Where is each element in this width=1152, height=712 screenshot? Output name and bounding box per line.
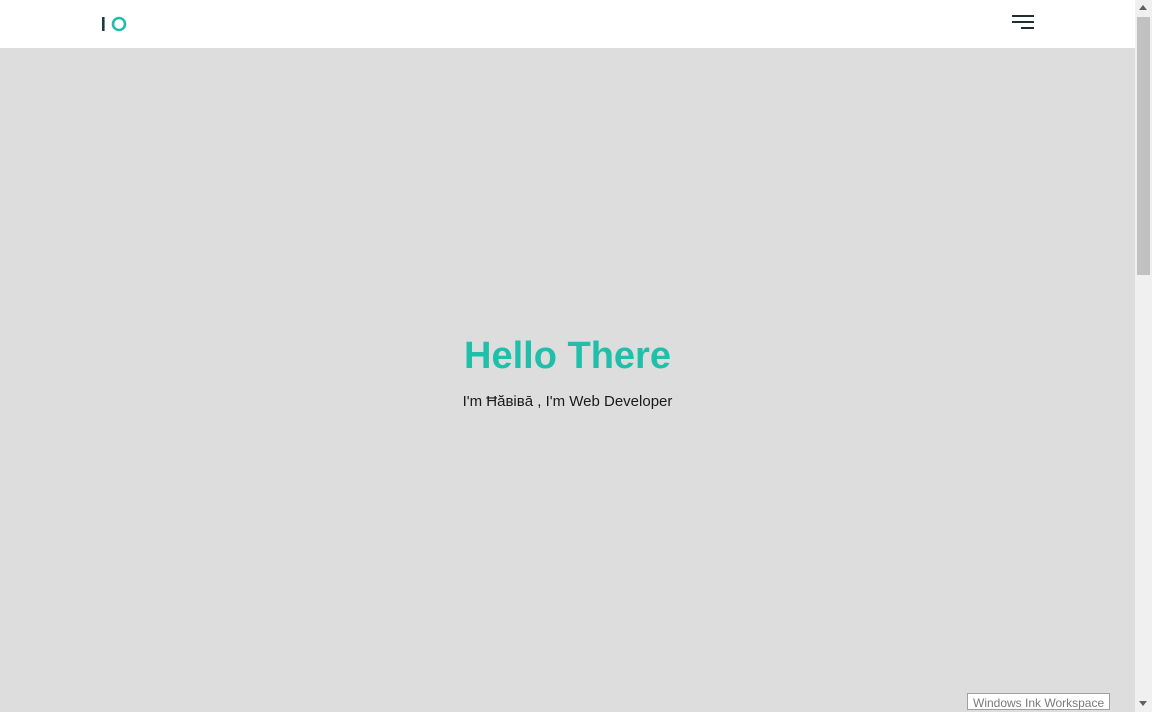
tooltip: Windows Ink Workspace	[967, 693, 1111, 710]
browser-viewport: Hello There I'm Ħăвівā , I'm Web Develop…	[0, 0, 1152, 712]
hamburger-line	[1012, 15, 1034, 17]
io-logo-icon	[102, 16, 127, 32]
menu-toggle-button[interactable]	[1010, 13, 1036, 31]
site-logo[interactable]	[102, 15, 130, 33]
vertical-scrollbar[interactable]	[1135, 0, 1152, 712]
hero-subtitle: I'm Ħăвівā , I'm Web Developer	[462, 393, 673, 410]
scroll-thumb[interactable]	[1137, 17, 1150, 275]
hamburger-line	[1012, 21, 1034, 23]
scroll-up-arrow-icon[interactable]	[1139, 5, 1147, 10]
site-header	[0, 0, 1135, 48]
hamburger-line	[1021, 27, 1034, 29]
scroll-down-arrow-icon[interactable]	[1139, 701, 1147, 706]
hero-title: Hello There	[464, 335, 671, 377]
hero-section: Hello There I'm Ħăвівā , I'm Web Develop…	[0, 48, 1135, 712]
